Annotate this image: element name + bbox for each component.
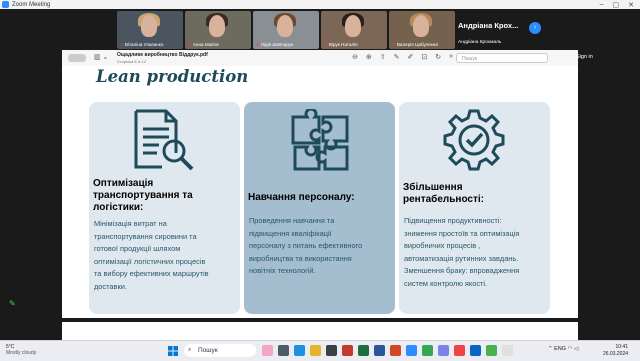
annotate-pen-icon[interactable]: ✎ bbox=[9, 299, 18, 308]
weather-widget[interactable]: 5°C Mostly cloudy bbox=[6, 344, 36, 356]
crop-icon[interactable]: ⊡ bbox=[421, 53, 427, 61]
participant-face bbox=[345, 15, 361, 37]
document-search-icon bbox=[134, 109, 194, 171]
clock-time: 10:41 bbox=[615, 344, 629, 350]
self-display-name: Андріана Крох... bbox=[458, 21, 519, 30]
weather-desc: Mostly cloudy bbox=[6, 350, 37, 356]
clock[interactable]: 10:41 26.03.2024 bbox=[603, 344, 628, 358]
muted-mic-icon: ⊘ bbox=[188, 42, 192, 47]
taskbar-apps bbox=[262, 345, 513, 356]
participant-face bbox=[209, 15, 225, 37]
card-heading: Збільшення рентабельності: bbox=[403, 182, 484, 205]
card-training: Навчання персоналу: Проведення навчання … bbox=[244, 102, 395, 314]
self-full-name: Андріана Крохмаль bbox=[458, 40, 502, 45]
office-icon[interactable] bbox=[342, 345, 353, 356]
window-title: Zoom Meeting bbox=[12, 1, 51, 8]
puzzle-icon bbox=[291, 109, 349, 171]
edge-icon[interactable] bbox=[294, 345, 305, 356]
file-explorer-icon[interactable] bbox=[310, 345, 321, 356]
participant-name: Віталіна Ульванко bbox=[124, 42, 164, 47]
participant-tile[interactable]: ⊘Валерія Цибуленко bbox=[389, 11, 455, 49]
participant-face bbox=[277, 15, 293, 37]
powerpoint-icon[interactable] bbox=[390, 345, 401, 356]
participant-name: Вірук Наталія bbox=[328, 42, 358, 47]
volume-icon[interactable]: ◁ bbox=[574, 346, 578, 352]
opera-icon[interactable] bbox=[454, 345, 465, 356]
search-icon: ⌕ bbox=[188, 347, 192, 353]
maximize-icon[interactable]: ▢ bbox=[613, 1, 620, 9]
card-body: Мінімізація витрат на транспортування си… bbox=[94, 219, 209, 291]
wifi-icon[interactable]: ◠ bbox=[568, 346, 573, 352]
card-body: Підвищення продуктивності: зниження прос… bbox=[404, 216, 520, 288]
presentation-slide: Lean production Оптимізація транспортува… bbox=[62, 66, 578, 318]
sidebar-toggle-icon[interactable]: ▥ ⌄ bbox=[94, 53, 108, 61]
participant-tile[interactable]: ⊘Анна Майов bbox=[185, 11, 251, 49]
windows-taskbar: 5°C Mostly cloudy ⌕ Пошук ⌃ ENG ◠ ◁ 10:4… bbox=[0, 340, 640, 361]
excel-icon[interactable] bbox=[358, 345, 369, 356]
toolbar-icons: ⊖ ⊕ ⇧ ✎ ✐ ⊡ ↻ » bbox=[352, 53, 453, 61]
card-profitability: Збільшення рентабельності: Підвищення пр… bbox=[399, 102, 550, 314]
muted-mic-icon: ⊘ bbox=[256, 42, 260, 47]
card-logistics: Оптимізація транспортування та логістики… bbox=[89, 102, 240, 314]
pdf-toolbar: ▥ ⌄ Ощадливе виробництво Віддрук.pdf Сто… bbox=[62, 50, 578, 67]
document-title: Ощадливе виробництво Віддрук.pdf bbox=[117, 52, 208, 58]
windows-start-icon[interactable] bbox=[168, 346, 178, 356]
app-icon[interactable] bbox=[470, 345, 481, 356]
next-page-button[interactable]: › bbox=[529, 22, 541, 34]
app-icon[interactable] bbox=[486, 345, 497, 356]
gear-check-icon bbox=[443, 109, 505, 171]
window-titlebar: Zoom Meeting – ▢ ✕ bbox=[0, 0, 640, 9]
muted-mic-icon: ⊘ bbox=[120, 42, 124, 47]
card-heading: Навчання персоналу: bbox=[248, 192, 355, 203]
participant-tile[interactable]: ⊘Лідія Шевчарук bbox=[253, 11, 319, 49]
zoom-icon[interactable] bbox=[406, 345, 417, 356]
zoom-logo-icon bbox=[2, 1, 9, 8]
participant-name: Валерія Цибуленко bbox=[396, 42, 439, 47]
share-icon[interactable]: ⇧ bbox=[380, 53, 386, 61]
window-buttons[interactable] bbox=[68, 54, 86, 62]
task-view-icon[interactable] bbox=[278, 345, 289, 356]
participant-tile[interactable]: ⊘Вірук Наталія bbox=[321, 11, 387, 49]
markup-icon[interactable]: ✐ bbox=[408, 53, 414, 61]
teams-icon[interactable] bbox=[438, 345, 449, 356]
word-icon[interactable] bbox=[374, 345, 385, 356]
app-icon[interactable] bbox=[502, 345, 513, 356]
minimize-icon[interactable]: – bbox=[600, 1, 604, 9]
card-body: Проведення навчання та підвищення кваліф… bbox=[249, 216, 363, 275]
taskbar-search[interactable]: ⌕ Пошук bbox=[184, 344, 256, 357]
zoom-out-icon[interactable]: ⊖ bbox=[352, 53, 358, 61]
participant-tile[interactable]: ⊘Віталіна Ульванко bbox=[117, 11, 183, 49]
participant-gallery: ⊘Віталіна Ульванко ⊘Анна Майов ⊘Лідія Ше… bbox=[0, 9, 640, 50]
participant-face bbox=[141, 15, 157, 37]
chrome-icon[interactable] bbox=[422, 345, 433, 356]
participant-name: Анна Майов bbox=[192, 42, 219, 47]
app-icon[interactable] bbox=[262, 345, 273, 356]
slide-title: Lean production bbox=[96, 67, 249, 86]
sign-in-link[interactable]: Sign in bbox=[576, 54, 593, 60]
shared-screen: ▥ ⌄ Ощадливе виробництво Віддрук.pdf Сто… bbox=[62, 50, 578, 345]
language-indicator[interactable]: ENG bbox=[554, 346, 566, 352]
highlight-icon[interactable]: ✎ bbox=[394, 53, 400, 61]
chevron-up-icon[interactable]: ⌃ bbox=[548, 346, 553, 352]
muted-mic-icon: ⊘ bbox=[392, 42, 396, 47]
close-icon[interactable]: ✕ bbox=[628, 1, 634, 9]
participant-name: Лідія Шевчарук bbox=[260, 42, 294, 47]
rotate-icon[interactable]: ↻ bbox=[435, 53, 441, 61]
store-icon[interactable] bbox=[326, 345, 337, 356]
participant-face bbox=[413, 15, 429, 37]
expand-icon[interactable]: » bbox=[449, 53, 453, 61]
window-controls: – ▢ ✕ bbox=[600, 1, 634, 9]
card-heading: Оптимізація транспортування та логістики… bbox=[93, 178, 193, 213]
zoom-in-icon[interactable]: ⊕ bbox=[366, 53, 372, 61]
page-indicator: Сторінка 6 із 12 bbox=[117, 59, 147, 64]
clock-date: 26.03.2024 bbox=[603, 351, 629, 357]
system-tray[interactable]: ⌃ ENG ◠ ◁ bbox=[548, 346, 578, 352]
muted-mic-icon: ⊘ bbox=[324, 42, 328, 47]
search-input[interactable]: Пошук bbox=[456, 53, 548, 63]
